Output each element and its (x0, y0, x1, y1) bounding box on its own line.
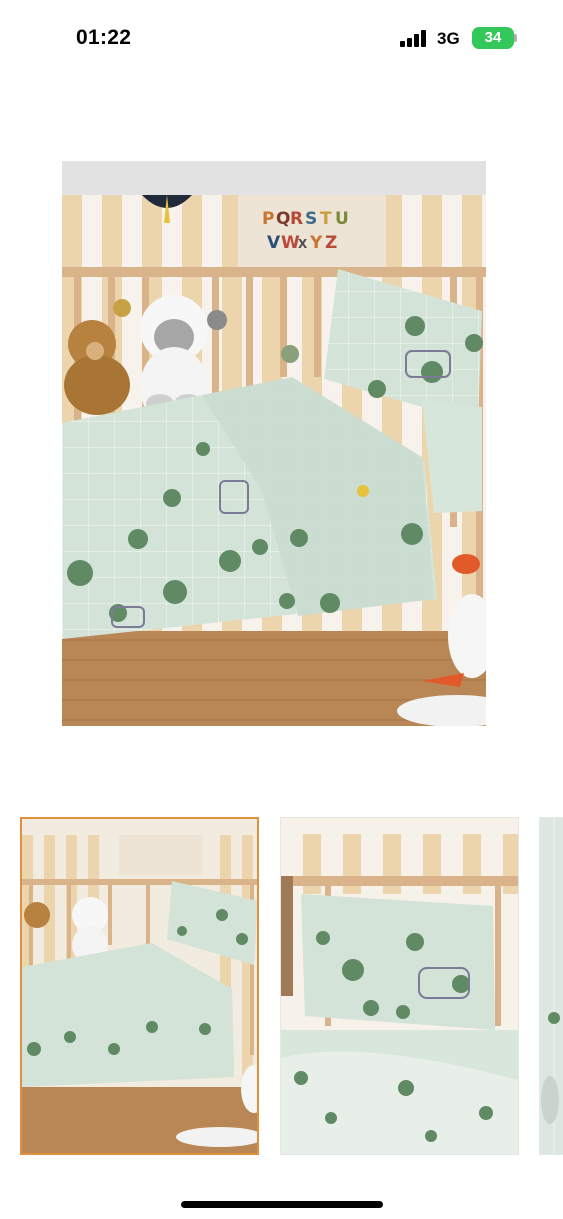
svg-text:X: X (298, 237, 308, 251)
thumbnail-fabric-detail-image (540, 818, 563, 1154)
network-type: 3G (437, 29, 460, 48)
battery-level: 34 (484, 29, 502, 46)
home-indicator[interactable] (181, 1201, 383, 1208)
crib-bedding-photo: P Q R S T U V W X Y Z (62, 161, 486, 726)
svg-text:Q: Q (276, 209, 290, 229)
signal-icon (400, 30, 430, 47)
thumbnail-crib-bedding[interactable] (20, 817, 259, 1155)
svg-text:V: V (267, 233, 281, 253)
product-image-screen: 01:22 3G 34 P Q R S T U V W X Y Z (0, 0, 563, 1219)
svg-text:Y: Y (309, 233, 323, 253)
svg-text:T: T (320, 209, 332, 229)
thumbnail-pillow-closeup-image (281, 818, 518, 1154)
status-time: 01:22 (76, 26, 132, 49)
svg-text:Z: Z (325, 233, 337, 253)
svg-text:R: R (290, 209, 303, 229)
battery-icon: 34 (472, 27, 514, 49)
main-product-image[interactable]: P Q R S T U V W X Y Z (62, 161, 486, 726)
battery-cap (514, 34, 517, 42)
thumbnail-crib-bedding-image (22, 819, 257, 1153)
svg-text:S: S (305, 209, 317, 229)
thumbnail-fabric-detail[interactable] (539, 817, 563, 1155)
status-bar: 01:22 3G 34 (0, 0, 563, 78)
svg-text:P: P (262, 209, 274, 229)
svg-text:U: U (335, 209, 349, 229)
thumbnail-pillow-closeup[interactable] (280, 817, 519, 1155)
